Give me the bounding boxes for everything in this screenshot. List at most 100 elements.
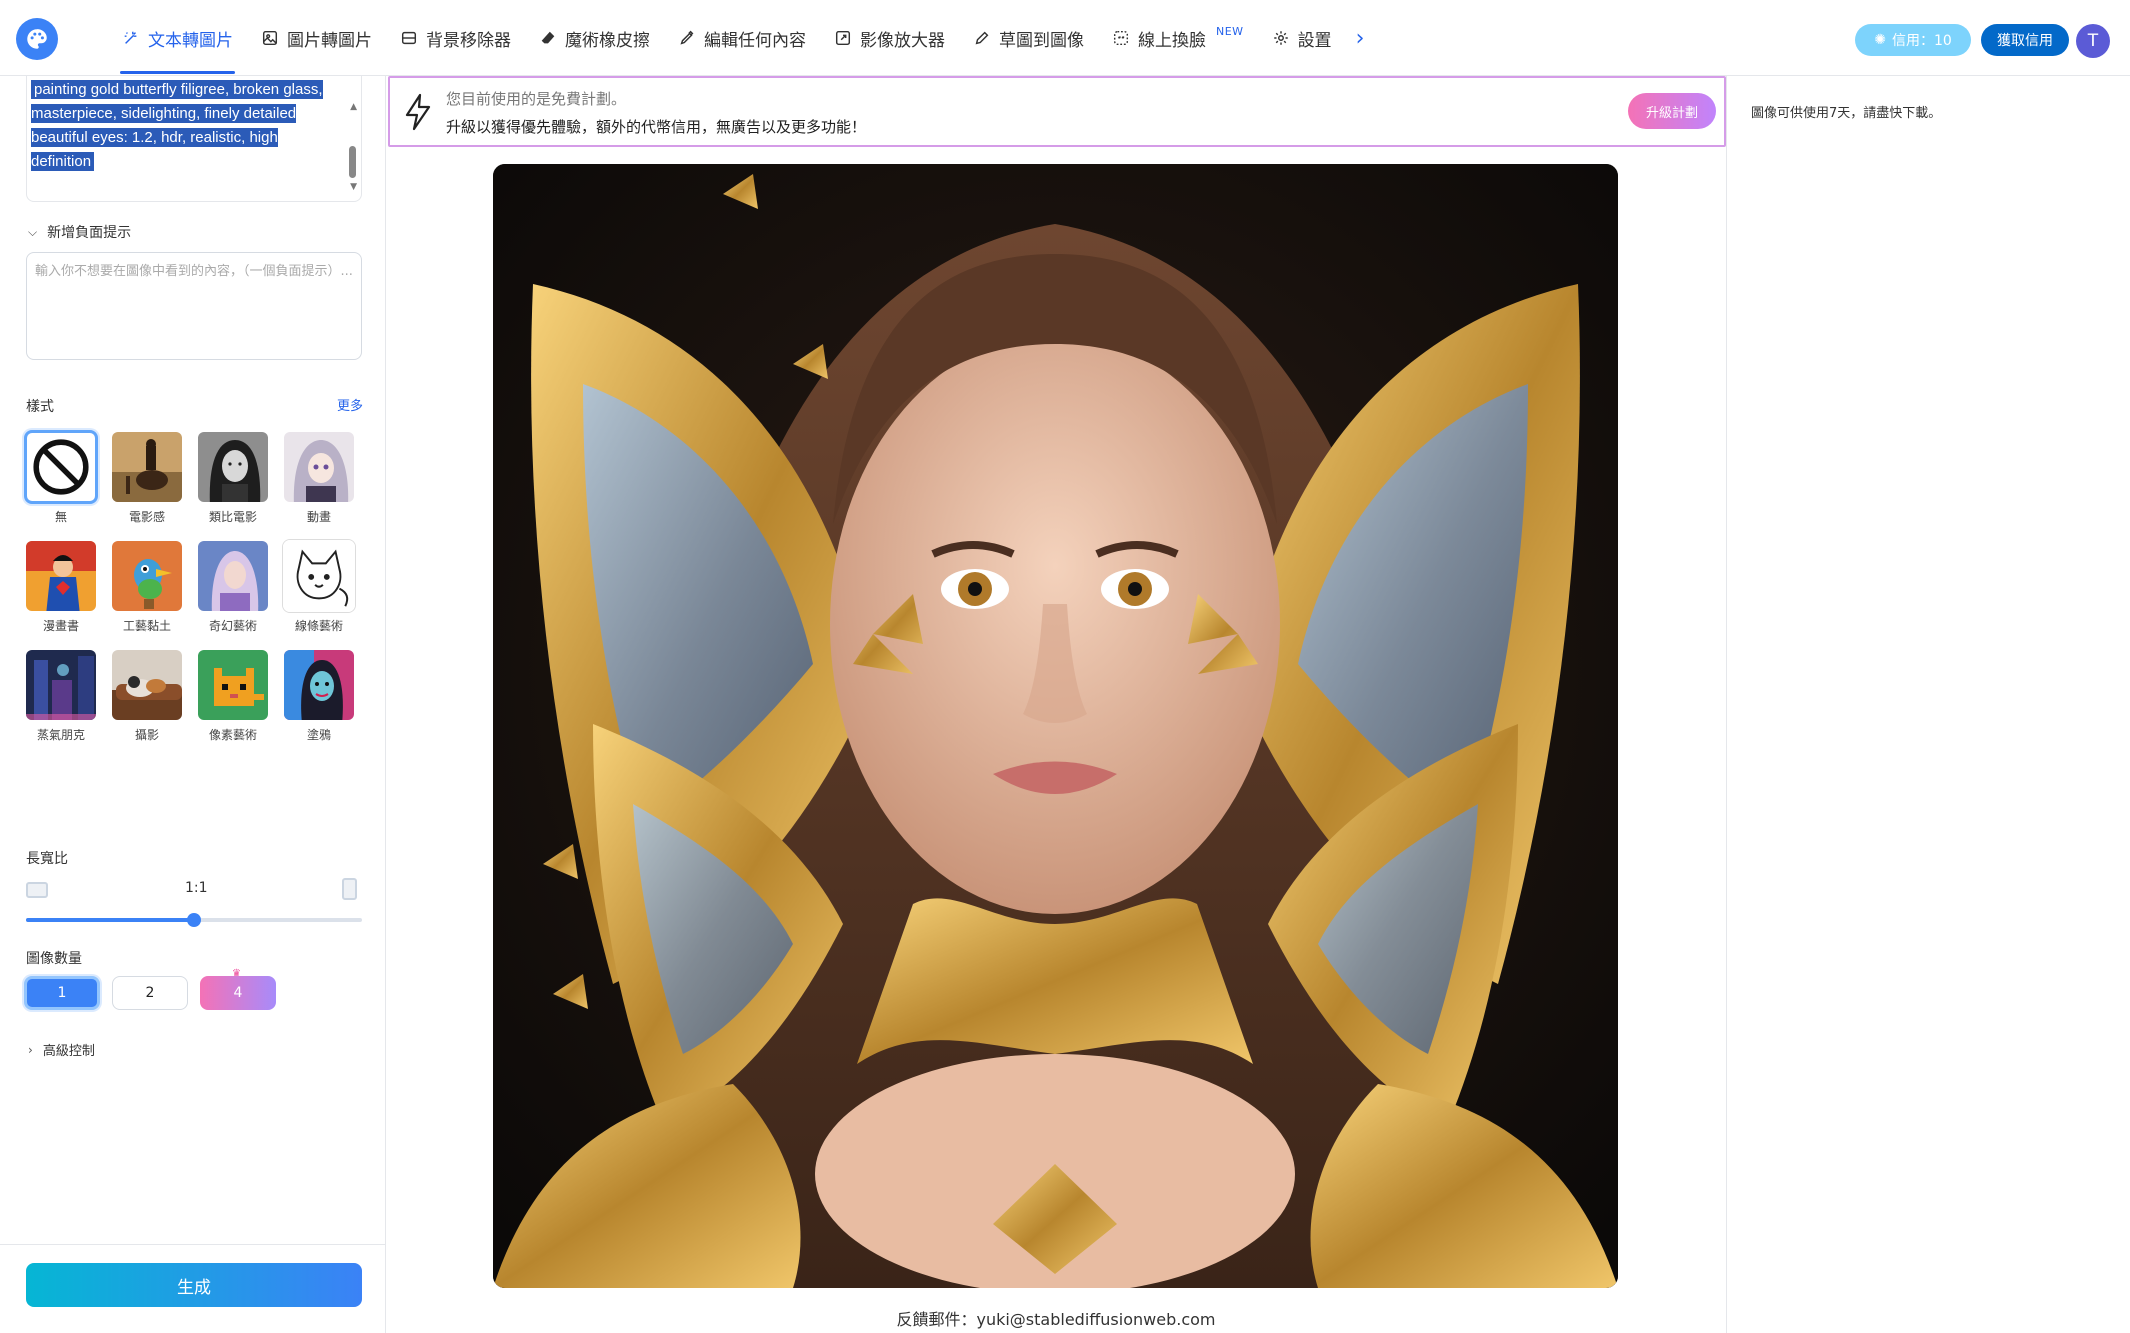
chevron-right-icon[interactable]: › [1346, 26, 1375, 51]
style-thumbnail [282, 648, 356, 722]
style-name: 線條藝術 [294, 619, 343, 633]
banner-plan-text: 您目前使用的是免費計劃。 [446, 90, 627, 108]
style-thumbnail [24, 539, 98, 613]
tab-label: 線上換臉 [1138, 30, 1206, 51]
lightning-icon [405, 93, 431, 131]
negative-prompt-input[interactable] [35, 261, 353, 351]
count-option-label: 4 [233, 985, 243, 1001]
upgrade-banner: 您目前使用的是免費計劃。 升級以獲得優先體驗，額外的代幣信用，無廣告以及更多功能… [388, 76, 1726, 147]
banner-upgrade-text: 升級以獲得優先體驗，額外的代幣信用，無廣告以及更多功能！ [446, 118, 867, 136]
chevron-down-icon: ⌵ [28, 224, 38, 239]
tab-text-to-image[interactable]: 文本轉圖片 [108, 0, 247, 76]
style-option-photography[interactable]: 攝影 [110, 648, 184, 743]
eraser-icon [541, 31, 555, 44]
credits-label: 信用：10 [1891, 33, 1952, 49]
style-option-fantasy-art[interactable]: 奇幻藝術 [196, 539, 270, 634]
prompt-textarea[interactable]: painting gold butterfly filigree, broken… [26, 76, 362, 202]
slider-fill [26, 918, 194, 922]
tab-image-upscaler[interactable]: 影像放大器 [820, 0, 959, 76]
prompt-selected-text: painting gold butterfly filigree, broken… [31, 80, 323, 171]
chevron-right-icon: › [28, 1042, 33, 1057]
portrait-icon[interactable] [342, 878, 357, 900]
image-count-label: 圖像數量 [26, 951, 82, 967]
pencil-icon [975, 31, 989, 45]
upscale-icon [835, 30, 851, 46]
scrollbar-thumb[interactable] [349, 146, 356, 178]
style-name: 像素藝術 [208, 728, 257, 742]
style-thumbnail [110, 648, 184, 722]
aspect-ratio-value: 1:1 [185, 880, 208, 896]
style-option-line-art[interactable]: 線條藝術 [282, 539, 356, 634]
tab-edit-anything[interactable]: 編輯任何內容 [664, 0, 820, 76]
retention-note: 圖像可供使用7天，請盡快下載。 [1751, 106, 1942, 121]
slider-thumb[interactable] [187, 913, 201, 927]
crown-icon: ♛ [232, 968, 241, 979]
top-navigation-bar: 文本轉圖片 圖片轉圖片 背景移除器 魔術橡皮擦 編輯任何內容 影像放大器 草圖到… [0, 0, 2130, 76]
image-icon [262, 30, 278, 46]
feedback-email[interactable]: 反饋郵件：yuki@stablediffusionweb.com [386, 1306, 1726, 1330]
buy-credits-button[interactable]: 獲取信用 [1981, 24, 2069, 56]
feature-tabs: 文本轉圖片 圖片轉圖片 背景移除器 魔術橡皮擦 編輯任何內容 影像放大器 草圖到… [108, 0, 1374, 76]
none-icon [24, 430, 98, 504]
aspect-ratio-label: 長寬比 [26, 851, 68, 867]
tab-settings[interactable]: 設置 [1258, 0, 1346, 76]
style-name: 蒸氣朋克 [36, 728, 85, 742]
style-option-pixel-art[interactable]: 像素藝術 [196, 648, 270, 743]
style-thumbnail [110, 430, 184, 504]
prompt-text[interactable]: painting gold butterfly filigree, broken… [31, 78, 331, 174]
tab-background-remover[interactable]: 背景移除器 [386, 0, 525, 76]
style-thumbnail [196, 648, 270, 722]
style-option-none[interactable]: 無 [24, 430, 98, 525]
style-name: 塗鴉 [306, 728, 331, 742]
credits-badge[interactable]: ✺ 信用：10 [1855, 24, 1971, 56]
style-grid: 無 電影感 類比電影 動畫 漫畫書 工藝黏土 奇幻藝術 線條藝術 蒸氣朋克 攝影… [24, 430, 364, 743]
landscape-icon[interactable] [26, 882, 48, 898]
avatar[interactable]: T [2076, 24, 2110, 58]
style-more-link[interactable]: 更多 [337, 395, 363, 414]
negative-prompt-field[interactable] [26, 252, 362, 360]
style-option-comic-book[interactable]: 漫畫書 [24, 539, 98, 634]
scroll-up-icon[interactable]: ▲ [350, 102, 357, 112]
credits-icon: ✺ [1874, 32, 1886, 48]
negative-prompt-label: 新增負面提示 [47, 225, 132, 241]
generated-portrait-image [493, 164, 1618, 1288]
tab-label: 編輯任何內容 [704, 30, 806, 51]
style-option-cinematic[interactable]: 電影感 [110, 430, 184, 525]
tab-face-swap[interactable]: 線上換臉 NEW [1098, 0, 1258, 76]
new-badge: NEW [1216, 24, 1244, 38]
tab-label: 草圖到圖像 [999, 30, 1084, 51]
style-thumbnail [282, 539, 356, 613]
negative-prompt-toggle[interactable]: ⌵ 新增負面提示 [28, 222, 131, 242]
upgrade-plan-button[interactable]: 升級計劃 [1628, 93, 1716, 129]
aspect-ratio-slider[interactable] [26, 913, 362, 927]
style-option-analog-film[interactable]: 類比電影 [196, 430, 270, 525]
count-option-4[interactable]: ♛ 4 [200, 968, 276, 1010]
count-option-2[interactable]: 2 [112, 976, 188, 1010]
tab-label: 設置 [1297, 30, 1332, 51]
app-root: 文本轉圖片 圖片轉圖片 背景移除器 魔術橡皮擦 編輯任何內容 影像放大器 草圖到… [0, 0, 2130, 1333]
style-option-anime[interactable]: 動畫 [282, 430, 356, 525]
style-thumbnail [282, 430, 356, 504]
palette-logo-icon[interactable] [16, 18, 58, 60]
style-option-graffiti[interactable]: 塗鴉 [282, 648, 356, 743]
generate-button[interactable]: 生成 [26, 1263, 362, 1307]
style-option-steampunk[interactable]: 蒸氣朋克 [24, 648, 98, 743]
advanced-controls-toggle[interactable]: › 高級控制 [28, 1040, 95, 1060]
style-thumbnail [196, 539, 270, 613]
style-name: 攝影 [134, 728, 159, 742]
style-thumbnail [196, 430, 270, 504]
style-name: 奇幻藝術 [208, 619, 257, 633]
advanced-controls-label: 高級控制 [42, 1044, 95, 1059]
count-option-1[interactable]: 1 [24, 976, 100, 1010]
scroll-down-icon[interactable]: ▼ [350, 182, 357, 192]
tab-sketch-to-image[interactable]: 草圖到圖像 [959, 0, 1098, 76]
tab-magic-eraser[interactable]: 魔術橡皮擦 [525, 0, 664, 76]
style-name: 動畫 [306, 510, 331, 524]
generated-image[interactable] [493, 164, 1618, 1288]
style-option-craft-clay[interactable]: 工藝黏土 [110, 539, 184, 634]
result-area: 您目前使用的是免費計劃。 升級以獲得優先體驗，額外的代幣信用，無廣告以及更多功能… [386, 76, 1726, 1333]
background-remover-icon [401, 31, 417, 45]
image-count-options: 1 2 ♛ 4 [24, 968, 276, 1010]
tab-image-to-image[interactable]: 圖片轉圖片 [247, 0, 386, 76]
edit-pen-icon [680, 30, 694, 45]
